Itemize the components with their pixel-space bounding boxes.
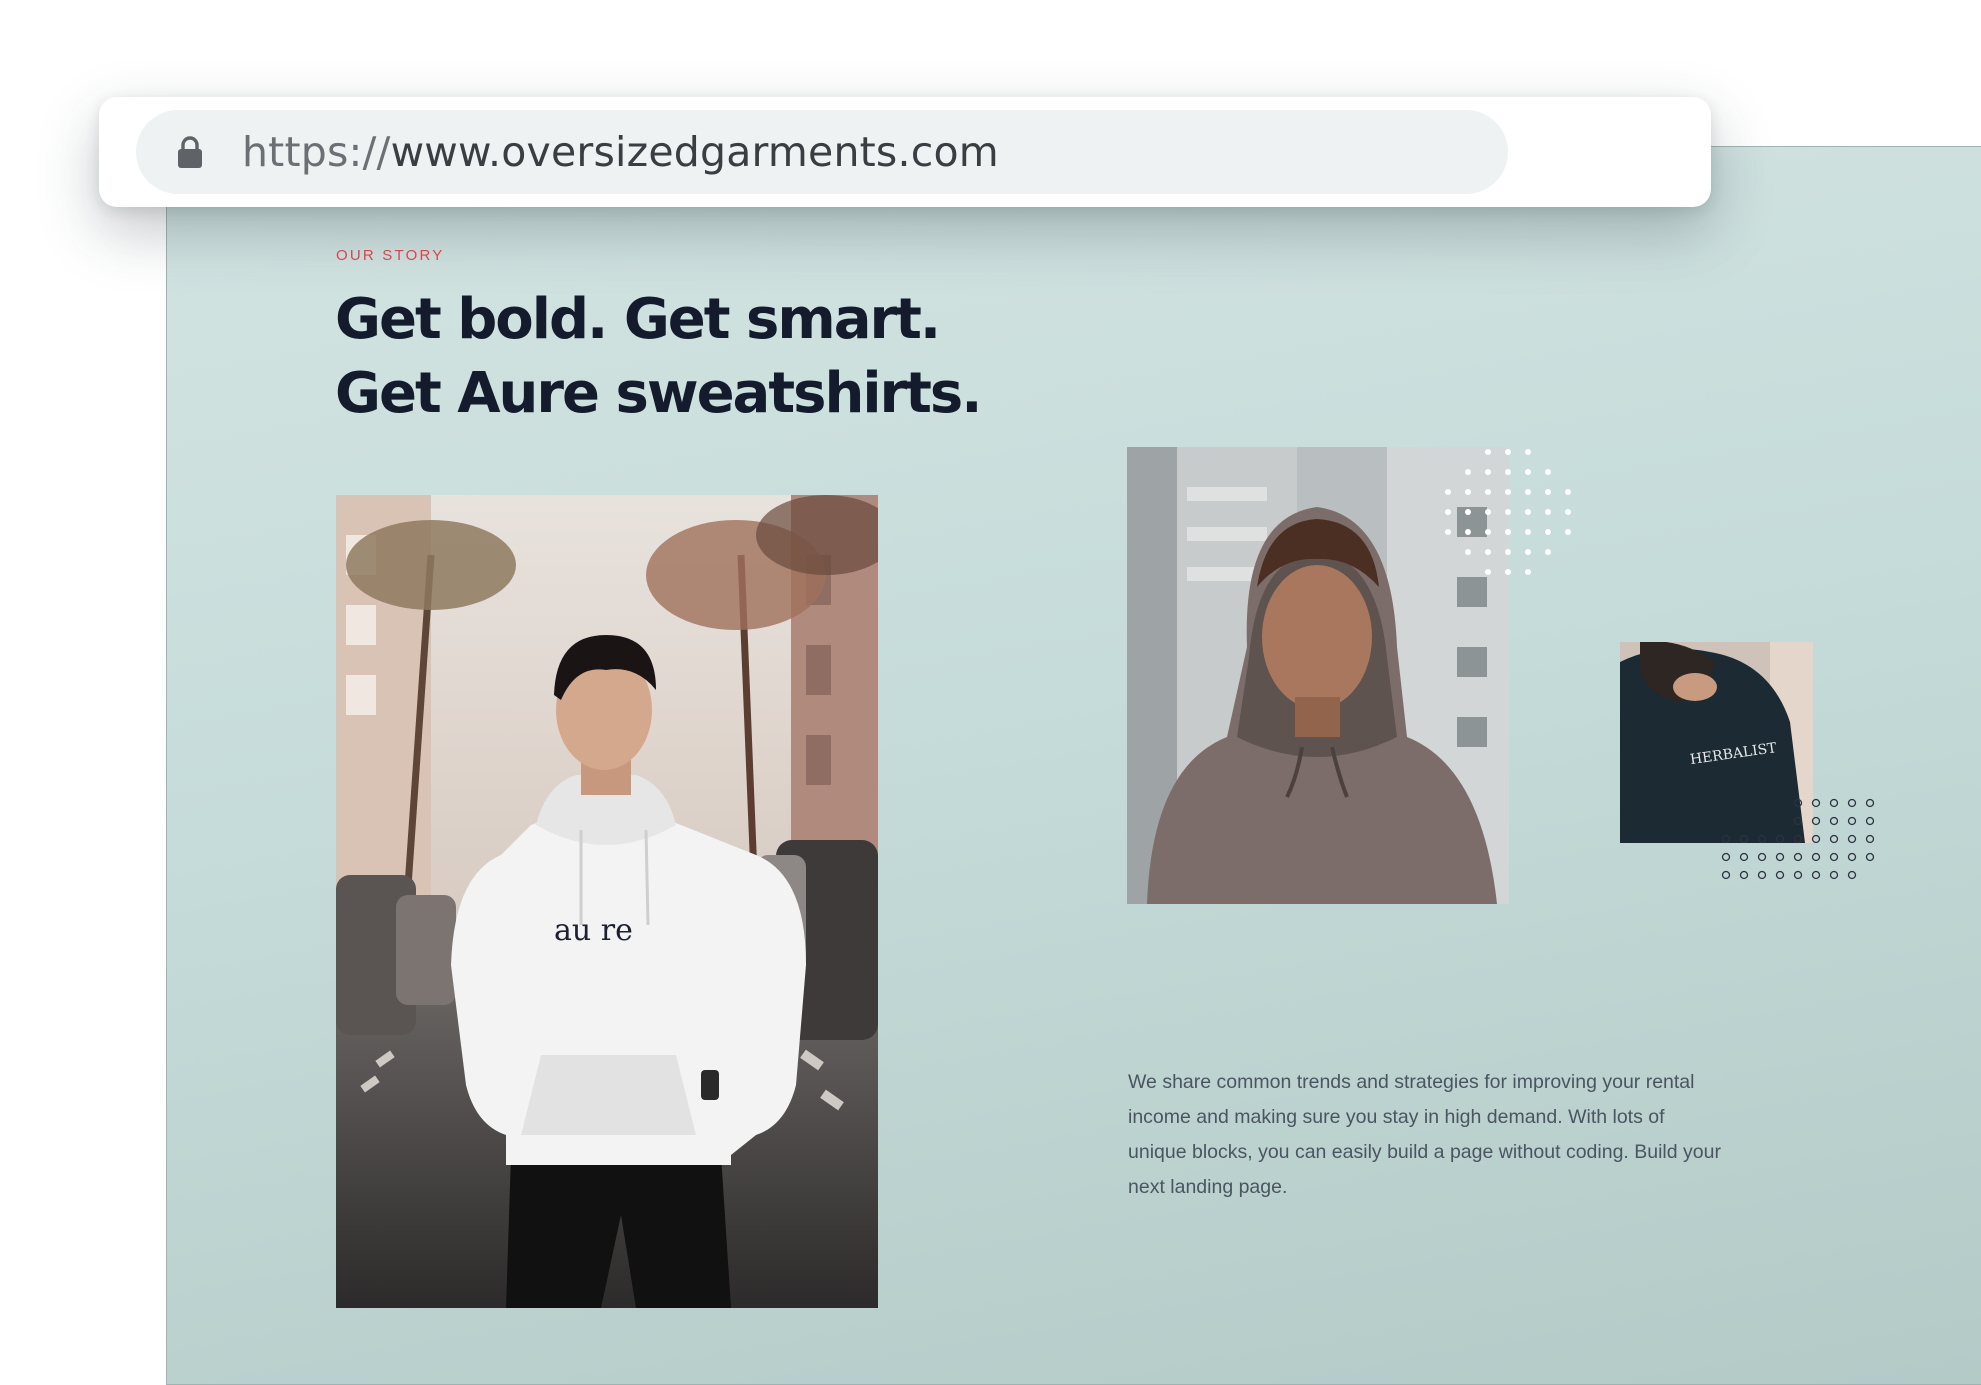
white-hoodie-photo: au re [336,495,878,1308]
story-body-text: We share common trends and strategies fo… [1128,1071,1721,1198]
decorative-dot-pattern [1445,449,1571,575]
headline-line-2: Get Aure sweatshirts. [335,361,983,426]
url-host: www.oversizedgarments.com [390,128,999,176]
section-eyebrow: OUR STORY [336,247,445,264]
lock-icon [178,136,202,168]
section-headline: Get bold. Get smart. Get Aure sweatshirt… [335,283,983,431]
svg-text:au re: au re [554,913,633,948]
headline-line-1: Get bold. Get smart. [335,287,941,352]
url-text[interactable]: https://www.oversizedgarments.com [242,124,999,180]
decorative-ring-pattern [1721,798,1875,880]
address-field[interactable]: https://www.oversizedgarments.com [136,110,1508,194]
landing-page-section: OUR STORY Get bold. Get smart. Get Aure … [166,146,1981,1385]
browser-url-bar: https://www.oversizedgarments.com [99,97,1711,207]
url-scheme: https:// [242,128,391,176]
